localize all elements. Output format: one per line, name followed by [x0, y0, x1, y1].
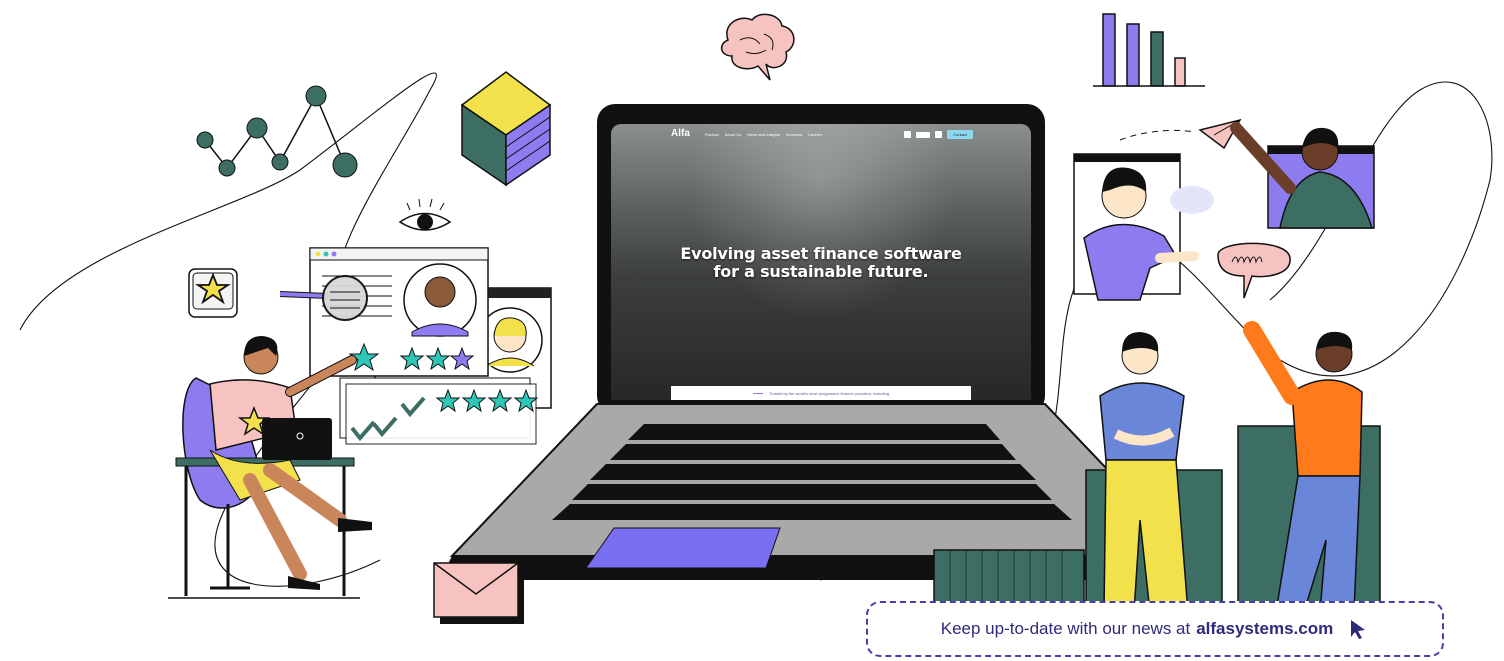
bar-chart-icon	[1093, 13, 1205, 87]
nav-item-investors[interactable]: Investors	[786, 132, 802, 137]
trusted-by-strip: Trusted by the world's most progressive …	[671, 386, 971, 400]
site-logo[interactable]: Alfa	[671, 128, 690, 139]
site-nav: Alfa Product About Us News and Insights …	[611, 124, 1031, 146]
laptop-screen: Alfa Product About Us News and Insights …	[611, 124, 1031, 400]
search-icon[interactable]	[935, 131, 943, 138]
person-video-window-left	[1073, 153, 1214, 301]
site-nav-utilities: Contact	[904, 130, 973, 139]
news-banner: Keep up-to-date with our news at alfasys…	[866, 601, 1444, 657]
illustration-scene: Alfa Product About Us News and Insights …	[0, 0, 1504, 661]
trusted-by-text: Trusted by the world's most progressive …	[768, 390, 889, 396]
globe-icon[interactable]	[904, 131, 912, 138]
envelope-icon	[433, 562, 524, 624]
hero-title: Evolving asset finance software for a su…	[611, 245, 1031, 281]
alfasystems-link[interactable]: alfasystems.com	[1196, 619, 1333, 639]
brain-icon	[720, 13, 795, 81]
hero-title-line2: for a sustainable future.	[713, 262, 929, 281]
cursor-icon	[1351, 620, 1366, 639]
star-badge-icon	[188, 268, 238, 318]
keyboard	[552, 424, 1072, 520]
nav-item-product[interactable]: Product	[705, 132, 719, 137]
trust-divider	[752, 392, 763, 394]
person-video-window-right	[1230, 122, 1375, 229]
speech-bubble-icon	[1217, 242, 1291, 299]
toggle-icon[interactable]	[916, 131, 931, 138]
hero-title-line1: Evolving asset finance software	[680, 244, 962, 263]
network-graph-icon	[196, 85, 358, 178]
eye-icon	[398, 198, 452, 231]
contact-button[interactable]: Contact	[947, 130, 973, 139]
cube-icon	[460, 71, 552, 187]
nav-item-news[interactable]: News and Insights	[747, 132, 780, 137]
news-banner-text: Keep up-to-date with our news at	[940, 619, 1191, 638]
nav-item-about[interactable]: About Us	[725, 132, 741, 137]
site-nav-links: Product About Us News and Insights Inves…	[705, 132, 822, 137]
nav-item-careers[interactable]: Careers	[808, 132, 822, 137]
